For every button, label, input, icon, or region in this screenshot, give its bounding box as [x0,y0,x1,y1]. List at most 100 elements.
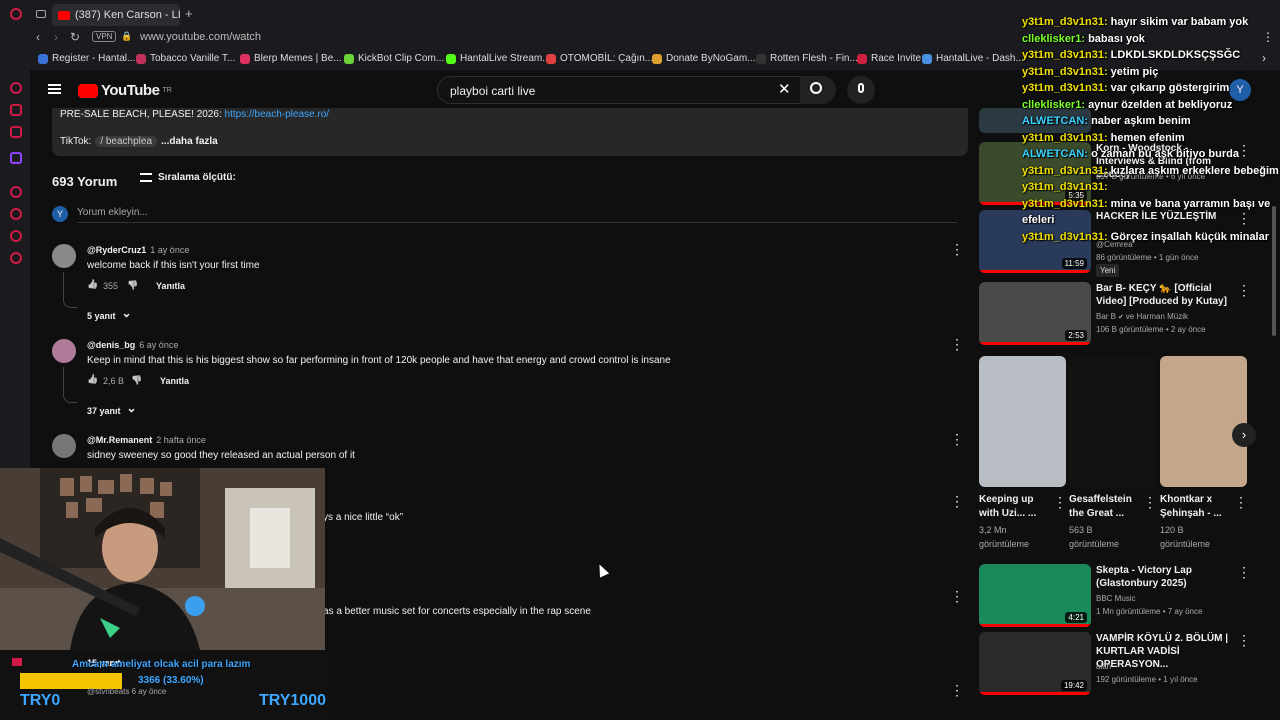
dislike-icon[interactable]: 👎 [127,280,138,291]
video-title[interactable]: Bar B- KEÇY 🐆 [Official Video] [Produced… [1096,282,1232,308]
comment-menu-icon[interactable]: ⋮ [950,431,964,448]
short-thumbnail[interactable] [1160,356,1247,487]
goal-max-label: TRY1000 [259,692,326,709]
comment-menu-icon[interactable]: ⋮ [950,493,964,510]
short-title[interactable]: Khontkar x Şehinşah - ... [1160,493,1228,521]
chat-username: clleklisker1: [1022,32,1085,45]
like-icon[interactable]: 👍 [87,374,98,385]
player-icon[interactable] [10,186,22,198]
notes-icon[interactable] [10,126,22,138]
comment-author[interactable]: @RyderCruz1 [87,245,146,255]
video-title[interactable]: VAMPİR KÖYLÜ 2. BÖLÜM | KURTLAR VADİSİ O… [1096,632,1232,671]
channel-name[interactable]: BBC Music [1096,592,1136,605]
short-thumbnail[interactable] [979,356,1066,487]
comment-menu-icon[interactable]: ⋮ [950,241,964,258]
commenter-avatar[interactable] [52,434,76,458]
url-field[interactable]: www.youtube.com/watch [140,31,261,43]
video-menu-icon[interactable]: ⋮ [1237,564,1251,581]
twitch-icon[interactable] [10,152,22,164]
chat-icon[interactable] [10,104,22,116]
user-avatar: Y [52,206,68,222]
comment-author[interactable]: @Mr.Remanent [87,435,152,445]
settings-icon[interactable] [10,252,22,264]
like-count: 355 [103,281,119,291]
short-menu-icon[interactable]: ⋮ [1143,494,1157,511]
comment-author[interactable]: @denis_bg [87,340,135,350]
forward-icon[interactable]: › [54,30,58,44]
new-tab-button[interactable]: + [185,6,193,21]
bookmark-item[interactable]: HantalLive Stream... [446,53,551,64]
video-thumbnail[interactable]: 4:21 [979,564,1091,627]
description-box[interactable]: PRE-SALE BEACH, PLEASE! 2026: https://be… [52,108,968,156]
back-icon[interactable]: ‹ [36,30,40,44]
comment-time[interactable]: 1 ay önce [150,245,189,255]
add-comment-input[interactable]: Yorum ekleyin... [77,207,957,223]
comment-menu-icon[interactable]: ⋮ [950,336,964,353]
bookmark-item[interactable]: Race Invite [857,53,921,64]
bookmark-item[interactable]: Tobacco Vanille T... [136,53,235,64]
commenter-avatar[interactable] [52,339,76,363]
channel-name[interactable]: alan [1096,660,1111,673]
tiktok-handle[interactable]: / beachplea [95,136,158,147]
youtube-favicon-icon [58,10,70,20]
video-thumbnail[interactable]: 2:53 [979,282,1091,345]
replies-toggle[interactable]: 37 yanıt ⌄ [87,401,137,416]
reload-icon[interactable]: ↻ [70,30,80,44]
comments-count: 693 Yorum [52,174,118,189]
comment-menu-icon[interactable]: ⋮ [950,682,964,699]
webcam-feed-image [0,468,325,650]
video-menu-icon[interactable]: ⋮ [1237,282,1251,299]
comment-menu-icon[interactable]: ⋮ [950,588,964,605]
history-icon[interactable] [10,208,22,220]
chat-message: y3t1m_d3v1n31: [1022,179,1280,196]
tab-youtube[interactable]: (387) Ken Carson - LIVE @ [52,4,180,26]
short-title[interactable]: Keeping up with Uzi... ... [979,493,1047,521]
short-title[interactable]: Gesaffelstein the Great ... [1069,493,1137,521]
channel-name[interactable]: Bar B ✔ ve Harman Müzik [1096,310,1188,324]
clear-search-icon[interactable]: ✕ [778,80,791,98]
youtube-logo[interactable]: YouTube TR [78,82,172,99]
search-button[interactable] [800,76,836,104]
chat-message: y3t1m_d3v1n31: mina ve bana yarramın baş… [1022,196,1280,229]
short-menu-icon[interactable]: ⋮ [1053,494,1067,511]
video-title[interactable]: Skepta - Victory Lap (Glastonbury 2025) [1096,564,1232,590]
chat-text: kızlara aşkım erkeklere bebeğim [1110,164,1279,177]
like-icon[interactable]: 👍 [87,279,98,290]
bookmark-item[interactable]: OTOMOBİL: Çağın... [546,53,653,64]
reply-button[interactable]: Yanıtla [156,281,185,291]
presale-link[interactable]: https://beach-please.ro/ [225,109,330,120]
comment-time[interactable]: 6 ay önce [139,340,178,350]
short-thumbnail[interactable] [1069,356,1156,487]
bookmark-item[interactable]: KickBot Clip Com... [344,53,444,64]
chat-message: y3t1m_d3v1n31: hemen efenim [1022,130,1280,147]
bookmark-item[interactable]: Register - Hantal... [38,53,135,64]
messenger-icon[interactable] [10,82,22,94]
comment-time[interactable]: 2 hafta önce [156,435,206,445]
bookmark-label: HantalLive - Dash... [936,53,1024,64]
dislike-icon[interactable]: 👎 [131,375,142,386]
video-thumbnail[interactable]: 19:42 [979,632,1091,695]
bookmark-item[interactable]: HantalLive - Dash... [922,53,1024,64]
replies-toggle[interactable]: 5 yanıt ⌄ [87,306,132,321]
browser-logo-icon[interactable] [10,8,22,20]
bookmark-item[interactable]: Blerp Memes | Be... [240,53,342,64]
tab-switcher-icon[interactable] [36,10,46,18]
webcam-overlay [0,468,325,650]
extensions-icon[interactable] [10,230,22,242]
show-more-link[interactable]: ...daha fazla [161,136,218,147]
search-icon [810,82,822,94]
short-menu-icon[interactable]: ⋮ [1234,494,1248,511]
bookmark-item[interactable]: Rotten Flesh - Fin... [756,53,858,64]
search-input[interactable]: playboi carti live [437,76,805,104]
verified-icon: ✔ [1116,314,1126,321]
voice-search-button[interactable] [847,76,875,104]
vpn-badge[interactable]: VPN [92,31,117,42]
video-menu-icon[interactable]: ⋮ [1237,632,1251,649]
reply-button[interactable]: Yanıtla [160,376,189,386]
bookmark-item[interactable]: Donate ByNoGam... [652,53,755,64]
menu-icon[interactable] [48,84,61,94]
shorts-next-button[interactable]: › [1232,423,1256,447]
comment-text-partial: ys a nice little “ok” [323,512,404,523]
commenter-avatar[interactable] [52,244,76,268]
sort-button[interactable]: Sıralama ölçütü: [140,172,236,183]
